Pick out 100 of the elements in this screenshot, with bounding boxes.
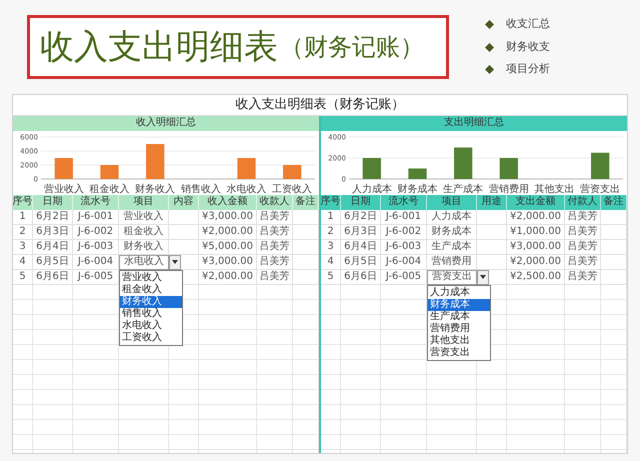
empty-cell xyxy=(13,420,33,434)
empty-cell xyxy=(601,330,627,344)
empty-cell xyxy=(341,314,381,330)
empty-cell xyxy=(381,360,427,374)
empty-cell xyxy=(427,374,477,390)
empty-cell xyxy=(199,390,257,404)
empty-cell xyxy=(477,374,507,390)
empty-cell xyxy=(601,240,627,254)
table-cell: ¥2,000.00 xyxy=(199,270,257,284)
empty-cell xyxy=(293,314,319,330)
empty-cell xyxy=(601,270,627,284)
empty-cell xyxy=(477,420,507,434)
table-cell: 人力成本 xyxy=(427,210,477,224)
category-label: 营资支出 xyxy=(580,184,620,194)
empty-cell xyxy=(33,284,73,300)
empty-cell xyxy=(565,360,601,374)
dropdown-option[interactable]: 其他支出 xyxy=(428,334,490,346)
dropdown-option[interactable]: 工资收入 xyxy=(120,332,182,344)
dropdown-option[interactable]: 营销费用 xyxy=(428,322,490,334)
empty-cell xyxy=(477,210,507,224)
column-header: 序号 xyxy=(13,194,33,210)
dropdown-option[interactable]: 租金收入 xyxy=(120,284,182,296)
empty-cell xyxy=(33,344,73,360)
table-cell: 吕美芳 xyxy=(257,270,293,284)
empty-cell xyxy=(381,420,427,434)
empty-cell xyxy=(119,420,169,434)
empty-cell xyxy=(601,360,627,374)
empty-cell xyxy=(381,344,427,360)
dropdown-option[interactable]: 水电收入 xyxy=(120,320,182,332)
column-header: 用途 xyxy=(477,194,507,210)
table-cell: 吕美芳 xyxy=(565,210,601,224)
category-label: 人力成本 xyxy=(352,184,392,194)
table-cell: J-6-001 xyxy=(73,210,119,224)
table-cell: ¥3,000.00 xyxy=(199,254,257,270)
table-cell: 营业收入 xyxy=(119,210,169,224)
table-cell: 6月6日 xyxy=(341,270,381,284)
dropdown-field[interactable]: 水电收入 xyxy=(119,254,169,270)
table-cell: 财务成本 xyxy=(427,224,477,240)
category-label: 租金收入 xyxy=(90,184,130,194)
empty-cell xyxy=(601,344,627,360)
empty-cell xyxy=(293,270,319,284)
empty-cell xyxy=(601,210,627,224)
table-cell: J-6-003 xyxy=(73,240,119,254)
dropdown-option[interactable]: 财务成本 xyxy=(428,298,490,310)
table-cell: 4 xyxy=(321,254,341,270)
table-cell: 吕美芳 xyxy=(565,254,601,270)
section-header: 支出明细汇总 xyxy=(321,116,627,130)
empty-cell xyxy=(169,360,199,374)
empty-cell xyxy=(341,360,381,374)
empty-cell xyxy=(73,420,119,434)
empty-cell xyxy=(427,404,477,420)
dropdown-button[interactable] xyxy=(477,270,489,284)
table-cell: ¥2,000.00 xyxy=(199,224,257,240)
column-header: 项目 xyxy=(427,194,477,210)
empty-cell xyxy=(565,330,601,344)
empty-cell xyxy=(33,314,73,330)
empty-cell xyxy=(321,284,341,300)
dropdown-option[interactable]: 营业收入 xyxy=(120,272,182,284)
empty-cell xyxy=(381,284,427,300)
table-cell: 吕美芳 xyxy=(565,270,601,284)
dropdown-field[interactable]: 营资支出 xyxy=(427,270,477,284)
table-cell: 6月5日 xyxy=(341,254,381,270)
dropdown-option[interactable]: 销售收入 xyxy=(120,308,182,320)
empty-cell xyxy=(601,224,627,240)
empty-cell xyxy=(507,390,565,404)
category-label: 财务收入 xyxy=(135,184,176,194)
empty-cell xyxy=(119,344,169,360)
empty-cell xyxy=(257,344,293,360)
empty-cell xyxy=(381,374,427,390)
empty-cell xyxy=(73,404,119,420)
empty-cell xyxy=(13,404,33,420)
dropdown-option[interactable]: 人力成本 xyxy=(428,286,490,298)
table-cell: ¥2,500.00 xyxy=(507,270,565,284)
empty-cell xyxy=(199,434,257,450)
category-label: 工资收入 xyxy=(272,184,312,194)
empty-cell xyxy=(381,404,427,420)
empty-cell xyxy=(565,344,601,360)
table-cell: 生产成本 xyxy=(427,240,477,254)
dropdown-button[interactable] xyxy=(169,254,181,270)
empty-cell xyxy=(73,360,119,374)
empty-cell xyxy=(477,434,507,450)
empty-cell xyxy=(257,434,293,450)
empty-cell xyxy=(199,344,257,360)
category-label: 水电收入 xyxy=(226,184,266,194)
empty-cell xyxy=(13,434,33,450)
empty-cell xyxy=(257,330,293,344)
empty-cell xyxy=(73,434,119,450)
table-cell: J-6-002 xyxy=(73,224,119,240)
bar xyxy=(283,164,302,178)
empty-cell xyxy=(73,390,119,404)
dropdown-option[interactable]: 财务收入 xyxy=(120,296,182,308)
table-cell: ¥1,000.00 xyxy=(507,224,565,240)
bar xyxy=(500,158,518,178)
dropdown-option[interactable]: 生产成本 xyxy=(428,310,490,322)
empty-cell xyxy=(341,390,381,404)
empty-cell xyxy=(119,404,169,420)
dropdown-option[interactable]: 营资支出 xyxy=(428,346,490,358)
bar xyxy=(237,158,256,178)
diamond-icon xyxy=(485,20,494,29)
empty-cell xyxy=(565,284,601,300)
